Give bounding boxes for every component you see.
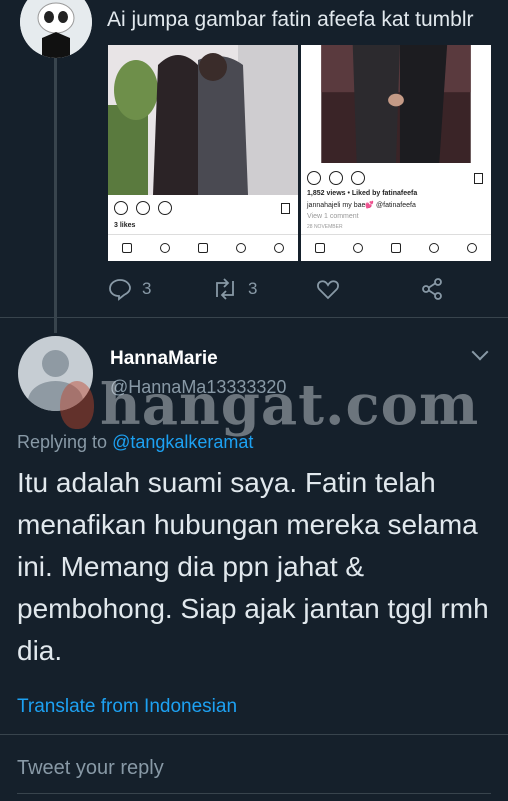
watermark-text: hangat.com xyxy=(100,372,480,438)
tweet-image-2[interactable]: 1,852 views • Liked by fatinafeefa janna… xyxy=(301,45,491,261)
home-icon xyxy=(315,243,325,253)
home-icon xyxy=(122,243,132,253)
ig-date: 28 NOVEMBER xyxy=(307,224,343,230)
share-button[interactable] xyxy=(420,277,444,301)
tweet-image-1[interactable]: 3 likes xyxy=(108,45,298,261)
instagram-actions xyxy=(114,201,172,215)
like-button[interactable] xyxy=(316,277,340,301)
share-icon xyxy=(351,171,365,185)
search-icon xyxy=(160,243,170,253)
retweet-icon xyxy=(216,278,234,300)
ig-likes: 3 likes xyxy=(114,222,136,229)
flame-logo-icon xyxy=(60,381,94,429)
parent-avatar[interactable] xyxy=(20,0,92,58)
retweet-button[interactable]: 3 xyxy=(212,277,257,301)
photo-couple-kissing xyxy=(108,45,298,195)
reply-display-name[interactable]: HannaMarie xyxy=(110,348,218,370)
ig-comments: View 1 comment xyxy=(307,213,359,220)
replying-to: Replying to @tangkalkeramat xyxy=(17,432,253,453)
translate-link[interactable]: Translate from Indonesian xyxy=(17,696,237,718)
replying-mention[interactable]: @tangkalkeramat xyxy=(112,432,253,452)
share-icon xyxy=(158,201,172,215)
comment-icon xyxy=(329,171,343,185)
compose-reply-bar: Tweet your reply xyxy=(0,734,508,801)
reply-count: 3 xyxy=(142,279,152,298)
chevron-down-icon[interactable] xyxy=(471,343,489,361)
heart-icon xyxy=(307,171,321,185)
add-icon xyxy=(391,243,401,253)
site-watermark: hangat.com xyxy=(60,372,479,438)
instagram-nav xyxy=(108,234,298,261)
replying-prefix: Replying to xyxy=(17,432,108,452)
profile-icon xyxy=(467,243,477,253)
reply-input-underline xyxy=(17,793,491,794)
photo-couple-standing xyxy=(321,45,471,163)
divider xyxy=(0,317,508,318)
instagram-actions xyxy=(307,171,365,185)
bookmark-icon xyxy=(281,203,290,214)
tweet-actions: 3 3 xyxy=(108,277,448,303)
reply-tweet-text: Itu adalah suami saya. Fatin telah menaf… xyxy=(17,467,489,666)
ig-caption: jannahajeli my bae💕 @fatinafeefa xyxy=(307,202,416,209)
comment-icon xyxy=(136,201,150,215)
reply-button[interactable]: 3 xyxy=(108,277,151,301)
heart-icon xyxy=(236,243,246,253)
search-icon xyxy=(353,243,363,253)
thread-connector-line xyxy=(54,58,57,333)
reply-input[interactable]: Tweet your reply xyxy=(17,757,164,780)
profile-icon xyxy=(274,243,284,253)
add-icon xyxy=(198,243,208,253)
heart-icon xyxy=(114,201,128,215)
skull-mascot-icon xyxy=(20,0,92,58)
ig-views: 1,852 views • Liked by fatinafeefa xyxy=(307,190,418,197)
share-icon xyxy=(422,278,442,300)
bookmark-icon xyxy=(474,173,483,184)
instagram-nav xyxy=(301,234,491,261)
heart-icon xyxy=(429,243,439,253)
parent-tweet-text: Ai jumpa gambar fatin afeefa kat tumblr xyxy=(107,8,474,31)
retweet-count: 3 xyxy=(248,279,258,298)
reply-icon xyxy=(109,279,131,301)
heart-icon xyxy=(317,280,339,300)
